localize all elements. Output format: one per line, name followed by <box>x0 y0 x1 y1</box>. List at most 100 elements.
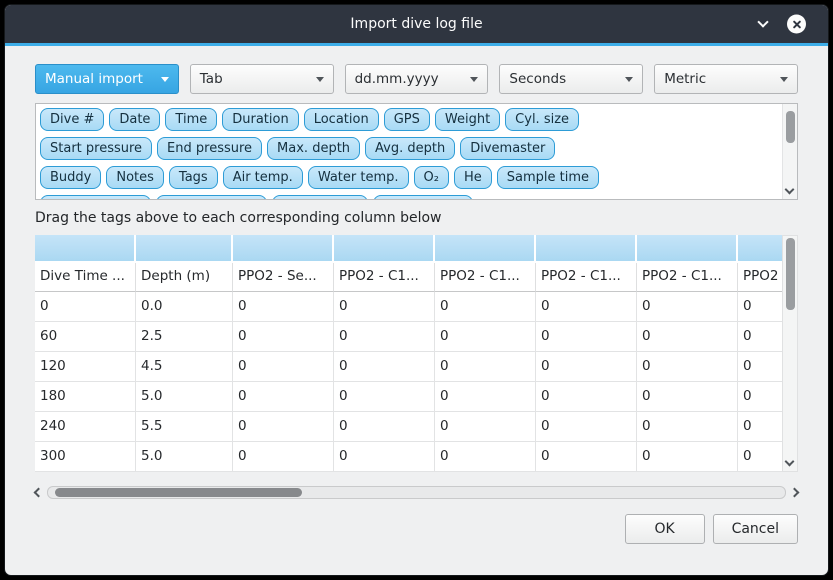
tag-notes[interactable]: Notes <box>106 166 164 189</box>
tag-sample-depth[interactable]: Sample depth <box>40 195 151 200</box>
combo-row: Manual import Tab dd.mm.yyyy Seconds Metric <box>35 64 798 94</box>
titlebar[interactable]: Import dive log file <box>5 5 828 43</box>
column-header: PPO2 <box>738 263 782 292</box>
table-horizontal-scrollbar[interactable] <box>35 485 798 500</box>
column-drop-target[interactable] <box>334 235 433 261</box>
drop-target-row <box>35 235 782 261</box>
tag-air-temp[interactable]: Air temp. <box>223 166 303 189</box>
table-cell: 0 <box>536 352 637 382</box>
tag-sample-po[interactable]: Sample pO₂ <box>272 195 369 200</box>
tag-row: Dive #DateTimeDuration LocationGPSWeightC… <box>40 108 775 131</box>
table-cell: 0 <box>334 352 435 382</box>
dropdown-value: Metric <box>664 71 706 87</box>
tag-end-pressure[interactable]: End pressure <box>157 137 262 160</box>
import-preview-table: Dive Time ...Depth (m)PPO2 - Se...PPO2 -… <box>35 235 798 472</box>
tag-panel-scrollbar[interactable] <box>782 104 797 199</box>
column-drop-target[interactable] <box>536 235 635 261</box>
tag-sample-temp[interactable]: Sample temp. <box>156 195 267 200</box>
chevron-down-icon <box>161 77 169 82</box>
table-cell: 0 <box>637 412 738 442</box>
chevron-down-icon <box>757 16 768 27</box>
tag-duration[interactable]: Duration <box>222 108 298 131</box>
table-cell: 60 <box>35 322 136 352</box>
column-header: PPO2 - C1... <box>334 263 435 292</box>
table-row: 1204.5000000 <box>35 352 782 382</box>
table-cell: 0 <box>637 352 738 382</box>
table-cell: 2.5 <box>136 322 233 352</box>
column-drop-target[interactable] <box>435 235 534 261</box>
table-cell: 0 <box>738 412 782 442</box>
table-row: 2405.5000000 <box>35 412 782 442</box>
tag-sample-cns[interactable]: Sample CNS <box>373 195 473 200</box>
dropdown-dd-mm-yyyy[interactable]: dd.mm.yyyy <box>345 64 489 94</box>
column-drop-target[interactable] <box>136 235 231 261</box>
table-cell: 0 <box>334 382 435 412</box>
titlebar-close-button[interactable] <box>787 15 806 34</box>
table-cell: 0 <box>334 412 435 442</box>
table-cell: 5.0 <box>136 442 233 472</box>
tag-avg-depth[interactable]: Avg. depth <box>365 137 455 160</box>
cancel-button[interactable]: Cancel <box>713 514 798 544</box>
tag-o[interactable]: O₂ <box>414 166 449 189</box>
tag-start-pressure[interactable]: Start pressure <box>40 137 152 160</box>
titlebar-shade-button[interactable] <box>753 14 773 34</box>
table-cell: 0 <box>435 292 536 322</box>
table-row: 00.0000000 <box>35 292 782 322</box>
chevron-down-icon <box>316 77 324 82</box>
scroll-right-icon[interactable] <box>790 488 800 498</box>
table-cell: 0 <box>536 412 637 442</box>
column-drop-target[interactable] <box>738 235 782 261</box>
table-vertical-scrollbar[interactable] <box>782 235 798 472</box>
tag-max-depth[interactable]: Max. depth <box>267 137 360 160</box>
column-drop-target[interactable] <box>233 235 332 261</box>
tag-cyl-size[interactable]: Cyl. size <box>505 108 579 131</box>
dropdown-value: dd.mm.yyyy <box>355 71 439 87</box>
tag-dive[interactable]: Dive # <box>40 108 104 131</box>
table-cell: 0 <box>637 442 738 472</box>
tag-water-temp[interactable]: Water temp. <box>308 166 409 189</box>
scrollbar-thumb[interactable] <box>786 111 795 143</box>
tag-weight[interactable]: Weight <box>435 108 500 131</box>
table-cell: 0 <box>233 292 334 322</box>
scroll-down-icon[interactable] <box>785 185 795 195</box>
tag-sample-time[interactable]: Sample time <box>497 166 599 189</box>
table-cell: 0 <box>334 322 435 352</box>
scrollbar-thumb[interactable] <box>55 488 302 497</box>
tag-gps[interactable]: GPS <box>384 108 430 131</box>
scroll-down-icon[interactable] <box>785 457 795 467</box>
scrollbar-thumb[interactable] <box>786 238 795 310</box>
dropdown-value: Seconds <box>509 71 566 87</box>
dropdown-metric[interactable]: Metric <box>654 64 798 94</box>
ok-button[interactable]: OK <box>625 514 705 544</box>
table-cell: 0 <box>233 322 334 352</box>
tag-buddy[interactable]: Buddy <box>40 166 101 189</box>
chevron-down-icon <box>470 77 478 82</box>
tag-time[interactable]: Time <box>165 108 217 131</box>
scrollbar-track[interactable] <box>47 486 786 499</box>
column-header: PPO2 - C1... <box>637 263 738 292</box>
column-drop-target[interactable] <box>35 235 134 261</box>
table-cell: 4.5 <box>136 352 233 382</box>
table-row: 1805.0000000 <box>35 382 782 412</box>
tag-row: Start pressureEnd pressureMax. depthAvg.… <box>40 137 775 160</box>
table-cell: 0 <box>334 442 435 472</box>
table-cell: 0 <box>738 442 782 472</box>
tag-row: BuddyNotesTagsAir temp.Water temp.O₂HeSa… <box>40 166 775 189</box>
tag-row: Sample depth Sample temp. Sample pO₂ Sample… <box>40 195 775 200</box>
dropdown-tab[interactable]: Tab <box>190 64 334 94</box>
tag-he[interactable]: He <box>454 166 492 189</box>
dropdown-manual-import[interactable]: Manual import <box>35 64 179 94</box>
tag-date[interactable]: Date <box>109 108 160 131</box>
tag-location[interactable]: Location <box>304 108 379 131</box>
column-header: PPO2 - C1... <box>536 263 637 292</box>
table-cell: 5.0 <box>136 382 233 412</box>
tag-tags[interactable]: Tags <box>169 166 218 189</box>
chevron-down-icon <box>780 77 788 82</box>
table-header-row: Dive Time ...Depth (m)PPO2 - Se...PPO2 -… <box>35 263 782 292</box>
dropdown-seconds[interactable]: Seconds <box>499 64 643 94</box>
tag-divemaster[interactable]: Divemaster <box>460 137 555 160</box>
table-cell: 0 <box>435 322 536 352</box>
instruction-text: Drag the tags above to each correspondin… <box>35 210 798 226</box>
scroll-left-icon[interactable] <box>34 488 44 498</box>
column-drop-target[interactable] <box>637 235 736 261</box>
